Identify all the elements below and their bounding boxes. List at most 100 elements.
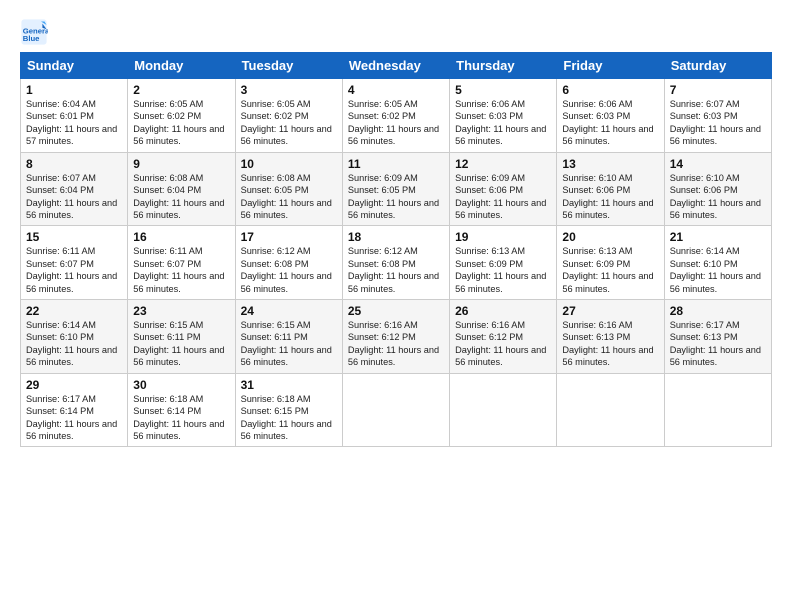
- day-cell-29: 29Sunrise: 6:17 AMSunset: 6:14 PMDayligh…: [21, 373, 128, 447]
- day-cell-24: 24Sunrise: 6:15 AMSunset: 6:11 PMDayligh…: [235, 300, 342, 374]
- day-cell-5: 5Sunrise: 6:06 AMSunset: 6:03 PMDaylight…: [450, 79, 557, 153]
- day-number: 24: [241, 304, 337, 318]
- day-number: 10: [241, 157, 337, 171]
- day-info: Sunrise: 6:08 AMSunset: 6:05 PMDaylight:…: [241, 172, 337, 222]
- day-cell-11: 11Sunrise: 6:09 AMSunset: 6:05 PMDayligh…: [342, 152, 449, 226]
- day-cell-12: 12Sunrise: 6:09 AMSunset: 6:06 PMDayligh…: [450, 152, 557, 226]
- day-number: 3: [241, 83, 337, 97]
- day-cell-27: 27Sunrise: 6:16 AMSunset: 6:13 PMDayligh…: [557, 300, 664, 374]
- day-cell-20: 20Sunrise: 6:13 AMSunset: 6:09 PMDayligh…: [557, 226, 664, 300]
- weekday-header-monday: Monday: [128, 53, 235, 79]
- day-info: Sunrise: 6:05 AMSunset: 6:02 PMDaylight:…: [348, 98, 444, 148]
- day-info: Sunrise: 6:07 AMSunset: 6:04 PMDaylight:…: [26, 172, 122, 222]
- day-number: 23: [133, 304, 229, 318]
- day-info: Sunrise: 6:10 AMSunset: 6:06 PMDaylight:…: [670, 172, 766, 222]
- day-cell-1: 1Sunrise: 6:04 AMSunset: 6:01 PMDaylight…: [21, 79, 128, 153]
- page: General Blue SundayMondayTuesdayWednesda…: [0, 0, 792, 612]
- day-cell-10: 10Sunrise: 6:08 AMSunset: 6:05 PMDayligh…: [235, 152, 342, 226]
- day-number: 29: [26, 378, 122, 392]
- day-cell-8: 8Sunrise: 6:07 AMSunset: 6:04 PMDaylight…: [21, 152, 128, 226]
- day-number: 14: [670, 157, 766, 171]
- day-cell-21: 21Sunrise: 6:14 AMSunset: 6:10 PMDayligh…: [664, 226, 771, 300]
- empty-cell: [664, 373, 771, 447]
- day-cell-26: 26Sunrise: 6:16 AMSunset: 6:12 PMDayligh…: [450, 300, 557, 374]
- day-number: 7: [670, 83, 766, 97]
- week-row-1: 1Sunrise: 6:04 AMSunset: 6:01 PMDaylight…: [21, 79, 772, 153]
- week-row-3: 15 Sunrise: 6:11 AMSunset: 6:07 PMDayligh…: [21, 226, 772, 300]
- day-number: 21: [670, 230, 766, 244]
- weekday-header-tuesday: Tuesday: [235, 53, 342, 79]
- weekday-header-wednesday: Wednesday: [342, 53, 449, 79]
- day-cell-17: 17Sunrise: 6:12 AMSunset: 6:08 PMDayligh…: [235, 226, 342, 300]
- day-info: Sunrise: 6:15 AMSunset: 6:11 PMDaylight:…: [241, 319, 337, 369]
- day-number: 12: [455, 157, 551, 171]
- day-cell-2: 2Sunrise: 6:05 AMSunset: 6:02 PMDaylight…: [128, 79, 235, 153]
- svg-text:Blue: Blue: [23, 34, 40, 43]
- day-info: Sunrise: 6:18 AMSunset: 6:14 PMDaylight:…: [133, 393, 229, 443]
- day-number: 22: [26, 304, 122, 318]
- day-cell-23: 23Sunrise: 6:15 AMSunset: 6:11 PMDayligh…: [128, 300, 235, 374]
- day-info: Sunrise: 6:04 AMSunset: 6:01 PMDaylight:…: [26, 98, 122, 148]
- day-cell-6: 6Sunrise: 6:06 AMSunset: 6:03 PMDaylight…: [557, 79, 664, 153]
- day-info: Sunrise: 6:05 AMSunset: 6:02 PMDaylight:…: [241, 98, 337, 148]
- day-cell-3: 3Sunrise: 6:05 AMSunset: 6:02 PMDaylight…: [235, 79, 342, 153]
- day-info: Sunrise: 6:06 AMSunset: 6:03 PMDaylight:…: [455, 98, 551, 148]
- day-cell-19: 19Sunrise: 6:13 AMSunset: 6:09 PMDayligh…: [450, 226, 557, 300]
- day-info: Sunrise: 6:10 AMSunset: 6:06 PMDaylight:…: [562, 172, 658, 222]
- day-number: 30: [133, 378, 229, 392]
- day-info: Sunrise: 6:15 AMSunset: 6:11 PMDaylight:…: [133, 319, 229, 369]
- logo: General Blue: [20, 18, 52, 46]
- day-number: 28: [670, 304, 766, 318]
- day-cell-22: 22Sunrise: 6:14 AMSunset: 6:10 PMDayligh…: [21, 300, 128, 374]
- day-number: 2: [133, 83, 229, 97]
- day-info: Sunrise: 6:07 AMSunset: 6:03 PMDaylight:…: [670, 98, 766, 148]
- day-cell-18: 18Sunrise: 6:12 AMSunset: 6:08 PMDayligh…: [342, 226, 449, 300]
- day-number: 8: [26, 157, 122, 171]
- day-number: 1: [26, 83, 122, 97]
- day-info: Sunrise: 6:16 AMSunset: 6:12 PMDaylight:…: [348, 319, 444, 369]
- day-info: Sunrise: 6:14 AMSunset: 6:10 PMDaylight:…: [26, 319, 122, 369]
- day-number: 20: [562, 230, 658, 244]
- day-cell-9: 9Sunrise: 6:08 AMSunset: 6:04 PMDaylight…: [128, 152, 235, 226]
- weekday-header-saturday: Saturday: [664, 53, 771, 79]
- day-number: 13: [562, 157, 658, 171]
- logo-icon: General Blue: [20, 18, 48, 46]
- day-cell-15: 15Sunrise: 6:11 AMSunset: 6:07 PMDayligh…: [21, 226, 128, 300]
- day-number: 26: [455, 304, 551, 318]
- day-number: 19: [455, 230, 551, 244]
- day-number: 15: [26, 230, 122, 244]
- day-info: Sunrise: 6:13 AMSunset: 6:09 PMDaylight:…: [455, 245, 551, 295]
- day-cell-16: 16Sunrise: 6:11 AMSunset: 6:07 PMDayligh…: [128, 226, 235, 300]
- day-info: Sunrise: 6:05 AMSunset: 6:02 PMDaylight:…: [133, 98, 229, 148]
- empty-cell: [557, 373, 664, 447]
- day-info: Sunrise: 6:12 AMSunset: 6:08 PMDaylight:…: [348, 245, 444, 295]
- day-info: Sunrise: 6:08 AMSunset: 6:04 PMDaylight:…: [133, 172, 229, 222]
- day-info: Sunrise: 6:09 AMSunset: 6:05 PMDaylight:…: [348, 172, 444, 222]
- day-number: 18: [348, 230, 444, 244]
- day-cell-28: 28Sunrise: 6:17 AMSunset: 6:13 PMDayligh…: [664, 300, 771, 374]
- day-cell-7: 7Sunrise: 6:07 AMSunset: 6:03 PMDaylight…: [664, 79, 771, 153]
- day-number: 16: [133, 230, 229, 244]
- day-info: Sunrise: 6:14 AMSunset: 6:10 PMDaylight:…: [670, 245, 766, 295]
- weekday-header-friday: Friday: [557, 53, 664, 79]
- empty-cell: [450, 373, 557, 447]
- empty-cell: [342, 373, 449, 447]
- day-info: Sunrise: 6:11 AMSunset: 6:07 PMDaylight:…: [133, 245, 229, 295]
- day-number: 31: [241, 378, 337, 392]
- day-cell-13: 13Sunrise: 6:10 AMSunset: 6:06 PMDayligh…: [557, 152, 664, 226]
- weekday-header-thursday: Thursday: [450, 53, 557, 79]
- week-row-4: 22Sunrise: 6:14 AMSunset: 6:10 PMDayligh…: [21, 300, 772, 374]
- day-info: Sunrise: 6:18 AMSunset: 6:15 PMDaylight:…: [241, 393, 337, 443]
- header: General Blue: [20, 18, 772, 46]
- day-cell-31: 31Sunrise: 6:18 AMSunset: 6:15 PMDayligh…: [235, 373, 342, 447]
- day-info: Sunrise: 6:13 AMSunset: 6:09 PMDaylight:…: [562, 245, 658, 295]
- day-cell-14: 14Sunrise: 6:10 AMSunset: 6:06 PMDayligh…: [664, 152, 771, 226]
- day-number: 9: [133, 157, 229, 171]
- day-number: 25: [348, 304, 444, 318]
- day-number: 4: [348, 83, 444, 97]
- day-info: Sunrise: 6:17 AMSunset: 6:13 PMDaylight:…: [670, 319, 766, 369]
- day-cell-4: 4Sunrise: 6:05 AMSunset: 6:02 PMDaylight…: [342, 79, 449, 153]
- day-info: Sunrise: 6:12 AMSunset: 6:08 PMDaylight:…: [241, 245, 337, 295]
- day-number: 5: [455, 83, 551, 97]
- day-cell-30: 30Sunrise: 6:18 AMSunset: 6:14 PMDayligh…: [128, 373, 235, 447]
